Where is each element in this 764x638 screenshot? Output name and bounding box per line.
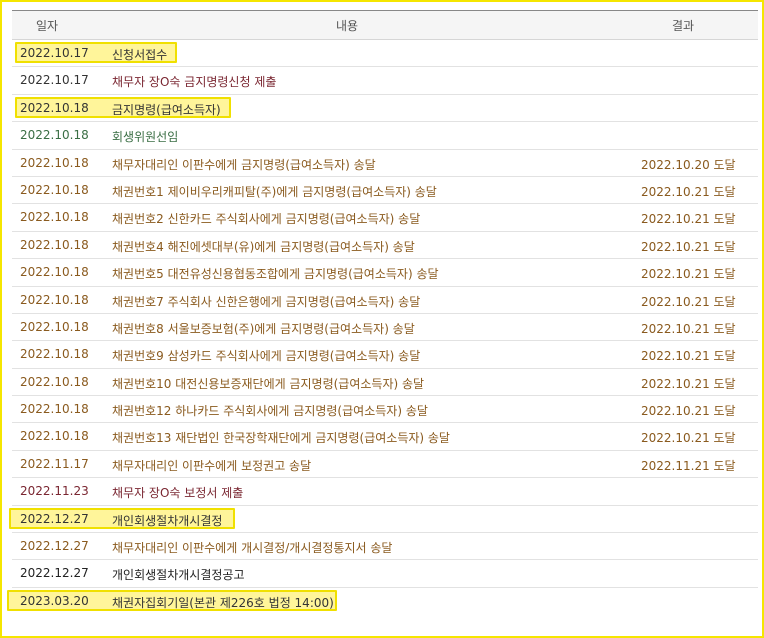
- row-result: 2022.10.21 도달: [641, 431, 736, 446]
- row-content: 채권번호12 하나카드 주식회사에게 금지명령(급여소득자) 송달: [112, 404, 428, 419]
- table-header: 일자 내용 결과: [12, 10, 758, 40]
- row-date: 2022.10.17: [20, 73, 89, 88]
- row-content: 개인회생절차개시결정: [112, 513, 223, 528]
- table-row: 2022.12.27 개인회생절차개시결정공고: [12, 560, 758, 588]
- row-date: 2022.10.18: [20, 237, 89, 252]
- table-row: 2022.10.18 채권번호1 제이비우리캐피탈(주)에게 금지명령(급여소득…: [12, 177, 758, 205]
- row-date: 2022.10.18: [20, 182, 89, 197]
- row-date: 2022.10.18: [20, 265, 89, 280]
- table-row: 2022.10.18 채권번호2 신한카드 주식회사에게 금지명령(급여소득자)…: [12, 204, 758, 232]
- table-row: 2022.11.23 채무자 장O숙 보정서 제출: [12, 478, 758, 506]
- row-content: 채무자대리인 이판수에게 보정권고 송달: [112, 458, 312, 473]
- row-content: 채권자집회기일(본관 제226호 법정 14:00): [112, 595, 334, 610]
- table-row: 2022.11.17 채무자대리인 이판수에게 보정권고 송달 2022.11.…: [12, 451, 758, 479]
- row-content: 회생위원선임: [112, 130, 179, 145]
- row-date: 2022.10.18: [20, 319, 89, 334]
- row-content: 채권번호2 신한카드 주식회사에게 금지명령(급여소득자) 송달: [112, 212, 421, 227]
- row-date: 2022.10.18: [20, 155, 89, 170]
- header-content: 내용: [336, 19, 359, 33]
- row-date: 2022.10.18: [20, 210, 89, 225]
- row-date: 2022.10.18: [20, 100, 89, 115]
- table-row: 2022.10.18 채권번호12 하나카드 주식회사에게 금지명령(급여소득자…: [12, 396, 758, 424]
- table-row: 2022.12.27 채무자대리인 이판수에게 개시결정/개시결정통지서 송달: [12, 533, 758, 561]
- row-date: 2022.10.18: [20, 347, 89, 362]
- table-row: 2022.10.18 회생위원선임: [12, 122, 758, 150]
- row-result: 2022.10.21 도달: [641, 349, 736, 364]
- row-date: 2022.10.18: [20, 429, 89, 444]
- row-date: 2022.11.17: [20, 456, 89, 471]
- table-row: 2022.10.18 채권번호13 재단법인 한국장학재단에게 금지명령(급여소…: [12, 423, 758, 451]
- row-result: 2022.10.21 도달: [641, 376, 736, 391]
- row-content: 채무자 장O숙 보정서 제출: [112, 486, 244, 501]
- table-row: 2022.10.18 채권번호4 해진에셋대부(유)에게 금지명령(급여소득자)…: [12, 232, 758, 260]
- case-history-panel: 일자 내용 결과 2022.10.17 신청서접수 2022.10.17 채무자…: [0, 0, 764, 638]
- row-date: 2022.10.18: [20, 402, 89, 417]
- row-content: 채무자대리인 이판수에게 금지명령(급여소득자) 송달: [112, 157, 376, 172]
- table-row: 2022.12.27 개인회생절차개시결정: [9, 506, 758, 534]
- table-row: 2023.03.20 채권자집회기일(본관 제226호 법정 14:00): [7, 588, 758, 615]
- row-result: 2022.11.21 도달: [641, 458, 736, 473]
- row-date: 2022.10.18: [20, 128, 89, 143]
- row-date: 2022.12.27: [20, 566, 89, 581]
- row-date: 2022.12.27: [20, 539, 89, 554]
- row-content: 채권번호5 대전유성신용협동조합에게 금지명령(급여소득자) 송달: [112, 267, 439, 282]
- table-row: 2022.10.18 채권번호5 대전유성신용협동조합에게 금지명령(급여소득자…: [12, 259, 758, 287]
- row-content: 개인회생절차개시결정공고: [112, 568, 245, 583]
- row-date: 2022.10.18: [20, 292, 89, 307]
- table-row: 2022.10.17 신청서접수: [12, 40, 758, 68]
- row-result: 2022.10.21 도달: [641, 239, 736, 254]
- row-date: 2022.11.23: [20, 484, 89, 499]
- header-result: 결과: [672, 19, 695, 33]
- row-content: 채권번호13 재단법인 한국장학재단에게 금지명령(급여소득자) 송달: [112, 431, 450, 446]
- row-result: 2022.10.21 도달: [641, 184, 736, 199]
- header-date: 일자: [36, 19, 59, 33]
- row-result: 2022.10.21 도달: [641, 294, 736, 309]
- row-content: 신청서접수: [112, 48, 168, 62]
- row-date: 2022.10.17: [20, 46, 89, 60]
- row-content: 채권번호9 삼성카드 주식회사에게 금지명령(급여소득자) 송달: [112, 349, 421, 364]
- row-content: 금지명령(급여소득자): [112, 102, 221, 117]
- case-history-table: 일자 내용 결과 2022.10.17 신청서접수 2022.10.17 채무자…: [7, 10, 758, 615]
- table-row: 2022.10.18 금지명령(급여소득자): [12, 95, 758, 123]
- row-date: 2022.12.27: [20, 511, 89, 526]
- row-date: 2023.03.20: [20, 593, 89, 608]
- row-content: 채무자대리인 이판수에게 개시결정/개시결정통지서 송달: [112, 541, 393, 556]
- row-content: 채권번호7 주식회사 신한은행에게 금지명령(급여소득자) 송달: [112, 294, 421, 309]
- row-date: 2022.10.18: [20, 374, 89, 389]
- row-content: 채권번호8 서울보증보험(주)에게 금지명령(급여소득자) 송달: [112, 321, 415, 336]
- row-result: 2022.10.21 도달: [641, 212, 736, 227]
- row-result: 2022.10.21 도달: [641, 267, 736, 282]
- row-content: 채권번호4 해진에셋대부(유)에게 금지명령(급여소득자) 송달: [112, 239, 415, 254]
- table-row: 2022.10.17 채무자 장O숙 금지명령신청 제출: [12, 67, 758, 95]
- row-result: 2022.10.21 도달: [641, 321, 736, 336]
- table-row: 2022.10.18 채무자대리인 이판수에게 금지명령(급여소득자) 송달 2…: [12, 150, 758, 177]
- table-row: 2022.10.18 채권번호7 주식회사 신한은행에게 금지명령(급여소득자)…: [12, 287, 758, 314]
- row-result: 2022.10.21 도달: [641, 404, 736, 419]
- row-content: 채권번호1 제이비우리캐피탈(주)에게 금지명령(급여소득자) 송달: [112, 184, 437, 199]
- row-result: 2022.10.20 도달: [641, 157, 736, 172]
- table-row: 2022.10.18 채권번호9 삼성카드 주식회사에게 금지명령(급여소득자)…: [12, 341, 758, 369]
- table-row: 2022.10.18 채권번호10 대전신용보증재단에게 금지명령(급여소득자)…: [12, 369, 758, 397]
- row-content: 채무자 장O숙 금지명령신청 제출: [112, 75, 277, 90]
- table-row: 2022.10.18 채권번호8 서울보증보험(주)에게 금지명령(급여소득자)…: [12, 314, 758, 342]
- row-content: 채권번호10 대전신용보증재단에게 금지명령(급여소득자) 송달: [112, 376, 425, 391]
